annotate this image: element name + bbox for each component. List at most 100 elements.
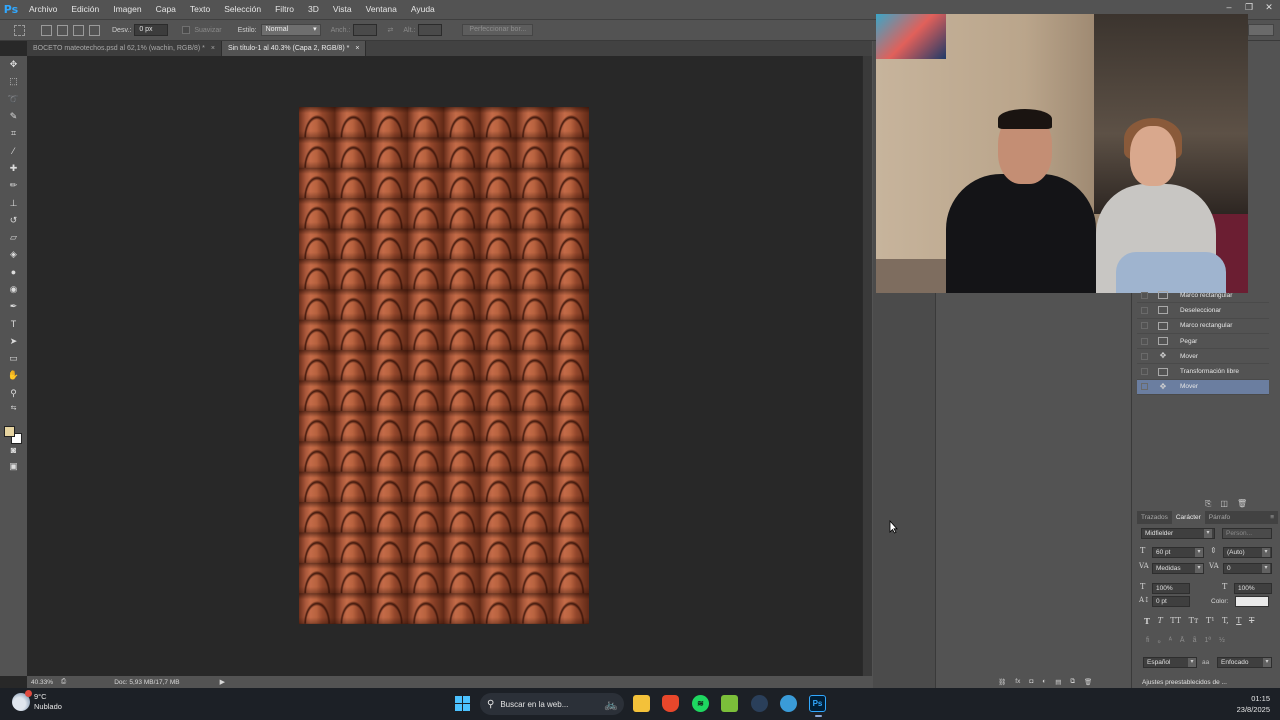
history-checkbox[interactable] — [1141, 337, 1148, 345]
font-style-select[interactable]: Person... — [1222, 528, 1272, 539]
menu-vista[interactable]: Vista — [326, 0, 359, 19]
paint-bucket-icon[interactable]: ◈ — [0, 246, 27, 263]
blur-icon[interactable]: ● — [0, 264, 27, 281]
chevron-down-icon[interactable]: ▾ — [1195, 548, 1203, 557]
new-layer-icon[interactable]: ⧉ — [1070, 678, 1075, 686]
stylistic-alt-icon[interactable]: ᴬ — [1169, 637, 1172, 645]
new-snapshot-icon[interactable]: ⎘ — [1205, 499, 1211, 509]
fraction-icon[interactable]: ½ — [1219, 637, 1225, 645]
tab-sin-titulo[interactable]: Sin título-1 al 40.3% (Capa 2, RGB/8) * × — [221, 41, 367, 56]
healing-brush-icon[interactable]: ✚ — [0, 160, 27, 177]
crop-icon[interactable]: ⌗ — [0, 125, 27, 142]
close-icon[interactable]: ✕ — [1260, 0, 1278, 14]
adjustments-presets-label[interactable]: Ajustes preestablecidos de ... — [1142, 679, 1227, 686]
strikethrough-button[interactable]: T — [1249, 616, 1254, 626]
menu-imagen[interactable]: Imagen — [106, 0, 148, 19]
panel-top-field[interactable] — [1248, 24, 1274, 36]
chevron-down-icon[interactable]: ▾ — [1263, 658, 1271, 667]
menu-filtro[interactable]: Filtro — [268, 0, 301, 19]
clone-stamp-icon[interactable]: ⊥ — [0, 194, 27, 211]
ligature-icon[interactable]: ﬁ — [1146, 637, 1150, 645]
foreground-color-swatch[interactable] — [4, 426, 15, 437]
status-menu-arrow-icon[interactable]: ▶ — [220, 678, 225, 686]
screen-mode-icon[interactable]: ▣ — [0, 458, 27, 475]
close-tab-icon[interactable]: × — [211, 45, 215, 52]
vertical-scale-input[interactable]: 100% — [1152, 583, 1190, 594]
android-app-icon[interactable] — [721, 695, 738, 712]
history-item[interactable]: Pegar — [1137, 334, 1269, 350]
browser-globe-icon[interactable] — [780, 695, 797, 712]
text-color-swatch[interactable] — [1235, 596, 1269, 607]
brush-icon[interactable]: ✏ — [0, 177, 27, 194]
tab-trazados[interactable]: Trazados — [1137, 511, 1172, 524]
tab-boceto[interactable]: BOCETO mateotechos.psd al 62,1% (wachin,… — [27, 41, 222, 56]
history-checkbox[interactable] — [1141, 306, 1148, 314]
history-checkbox[interactable] — [1141, 352, 1148, 360]
menu-ventana[interactable]: Ventana — [359, 0, 404, 19]
move-tool-icon[interactable]: ✥ — [0, 56, 27, 73]
subtract-selection-icon[interactable] — [73, 24, 84, 36]
contextual-alt-icon[interactable]: ǟ — [1193, 637, 1197, 645]
height-input[interactable] — [418, 24, 443, 36]
baseline-shift-input[interactable]: 0 pt — [1152, 596, 1190, 607]
dodge-icon[interactable]: ◉ — [0, 281, 27, 298]
windows-start-icon[interactable] — [455, 696, 470, 711]
intersect-selection-icon[interactable] — [89, 24, 100, 36]
pen-icon[interactable]: ✒ — [0, 298, 27, 315]
history-item[interactable]: Deseleccionar — [1137, 303, 1269, 319]
superscript-button[interactable]: T¹ — [1206, 616, 1215, 626]
trash-icon[interactable]: 🗑 — [1084, 678, 1092, 686]
menu-3d[interactable]: 3D — [301, 0, 326, 19]
folder-icon[interactable]: ▤ — [1055, 678, 1061, 686]
faux-italic-button[interactable]: T — [1157, 616, 1162, 626]
rectangular-marquee-icon[interactable]: ⬚ — [0, 73, 27, 90]
menu-seleccion[interactable]: Selección — [217, 0, 268, 19]
titling-icon[interactable]: Ā — [1180, 637, 1185, 645]
vertical-scrollbar[interactable] — [862, 56, 872, 686]
panel-menu-icon[interactable]: ≡ — [1266, 511, 1278, 524]
menu-ayuda[interactable]: Ayuda — [404, 0, 442, 19]
history-checkbox[interactable] — [1141, 383, 1148, 391]
hand-icon[interactable]: ✋ — [0, 367, 27, 384]
brave-browser-icon[interactable] — [662, 695, 679, 712]
system-clock[interactable]: 01:15 23/8/2025 — [1237, 693, 1270, 715]
file-explorer-icon[interactable] — [633, 695, 650, 712]
feather-input[interactable]: 0 px — [134, 24, 169, 36]
menu-edicion[interactable]: Edición — [64, 0, 106, 19]
spotify-icon[interactable]: ≋ — [692, 695, 709, 712]
menu-texto[interactable]: Texto — [183, 0, 217, 19]
new-selection-icon[interactable] — [41, 24, 52, 36]
minimize-icon[interactable]: – — [1220, 0, 1238, 14]
eyedropper-icon[interactable]: ⁄ — [0, 142, 27, 159]
taskbar-search[interactable]: ⚲ Buscar en la web... 🚲 — [480, 693, 624, 715]
swap-colors-icon[interactable]: ⇆ — [0, 402, 27, 415]
subscript-button[interactable]: T, — [1222, 616, 1229, 626]
chevron-down-icon[interactable]: ▾ — [1262, 548, 1270, 557]
antialias-checkbox[interactable] — [182, 26, 191, 34]
adjustment-icon[interactable]: ◐ — [1042, 678, 1046, 686]
chevron-down-icon[interactable]: ▾ — [1204, 529, 1212, 538]
history-brush-icon[interactable]: ↺ — [0, 212, 27, 229]
restore-icon[interactable]: ❐ — [1240, 0, 1258, 14]
width-input[interactable] — [353, 24, 378, 36]
menu-archivo[interactable]: Archivo — [22, 0, 64, 19]
tab-caracter[interactable]: Carácter — [1171, 511, 1205, 524]
shape-icon[interactable]: ▭ — [0, 350, 27, 367]
type-icon[interactable]: T — [0, 315, 27, 332]
quick-selection-icon[interactable]: ✎ — [0, 108, 27, 125]
refine-edge-button[interactable]: Perfeccionar bor... — [462, 24, 534, 36]
zoom-icon[interactable]: ⚲ — [0, 385, 27, 402]
history-item[interactable]: Transformación libre — [1137, 364, 1269, 380]
mask-icon[interactable]: ◘ — [1029, 678, 1033, 686]
menu-capa[interactable]: Capa — [149, 0, 183, 19]
history-item-selected[interactable]: ✥ Mover — [1137, 379, 1269, 396]
photoshop-taskbar-icon[interactable]: Ps — [809, 695, 826, 717]
all-caps-button[interactable]: TT — [1170, 616, 1181, 626]
chevron-down-icon[interactable]: ▾ — [1195, 564, 1203, 573]
style-select[interactable]: Normal — [260, 24, 321, 36]
steam-icon[interactable] — [751, 695, 768, 712]
tab-parrafo[interactable]: Párrafo — [1205, 511, 1234, 524]
ordinal-icon[interactable]: 1ª — [1204, 637, 1210, 645]
swap-icon[interactable]: ⇄ — [387, 26, 393, 34]
history-item[interactable]: Marco rectangular — [1137, 288, 1269, 304]
